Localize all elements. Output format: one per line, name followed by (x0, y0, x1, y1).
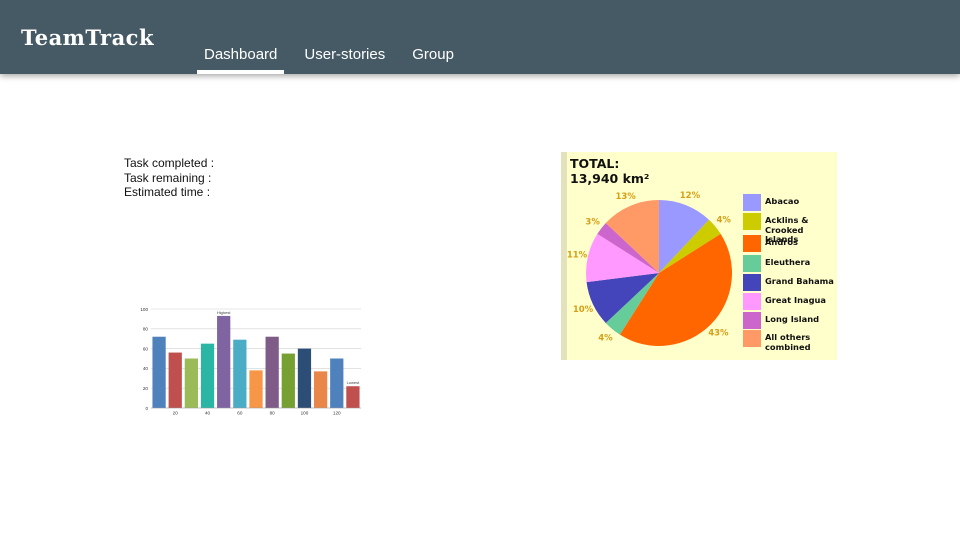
x-tick-label: 60 (237, 411, 243, 416)
bar (313, 371, 328, 408)
legend-swatch (743, 255, 761, 272)
legend-label: Great Inagua (765, 295, 827, 305)
legend-item: Andros (743, 235, 798, 252)
x-tick-label: 20 (173, 411, 179, 416)
pie-percent-label: 11% (567, 251, 588, 261)
x-tick-label: 40 (205, 411, 211, 416)
y-tick-label: 60 (143, 346, 149, 351)
task-stats-panel: Task completed : Task remaining : Estima… (124, 156, 214, 200)
pie-percent-label: 4% (717, 215, 732, 225)
bar-annotation: Lowest (347, 380, 361, 385)
legend-swatch (743, 312, 761, 329)
legend-item: Great Inagua (743, 293, 826, 310)
tab-user-stories[interactable]: User-stories (297, 38, 392, 66)
bar (297, 348, 312, 408)
legend-item: Abacao (743, 194, 799, 211)
tab-dashboard[interactable]: Dashboard (197, 38, 285, 74)
legend-swatch (743, 274, 761, 291)
legend-swatch (743, 235, 761, 252)
bar (249, 370, 263, 408)
top-navigation-bar: TeamTrack Dashboard User-stories Group (0, 0, 960, 74)
bar (233, 339, 247, 408)
bar (152, 336, 166, 408)
task-bar-chart: 0 20 40 60 80 100 Highest Lowest 20 40 60 80 100 120 (140, 307, 361, 416)
bar (184, 358, 199, 408)
bar (346, 386, 360, 408)
task-remaining-label: Task remaining : (124, 170, 212, 185)
bar (330, 358, 344, 408)
bar (265, 336, 279, 408)
bar-annotation: Highest (217, 310, 231, 315)
legend-label: Grand Bahama (765, 276, 834, 286)
app-logo-title[interactable]: TeamTrack (21, 25, 154, 50)
bar (217, 315, 231, 408)
pie-percent-label: 13% (615, 192, 636, 202)
legend-swatch (743, 194, 761, 211)
legend-item: Eleuthera (743, 255, 810, 272)
estimated-time-label: Estimated time : (124, 185, 211, 199)
pie-percent-label: 43% (708, 328, 729, 338)
y-tick-label: 100 (140, 307, 148, 312)
task-completed-label: Task completed : (124, 156, 215, 170)
legend-item: Grand Bahama (743, 274, 834, 291)
legend-label: Andros (765, 237, 798, 247)
bar (281, 353, 295, 408)
legend-label: Abacao (765, 196, 800, 206)
legend-swatch (743, 213, 761, 230)
main-nav-tabs: Dashboard User-stories Group (197, 38, 474, 74)
pie-percent-label: 4% (598, 334, 613, 344)
pie-percent-label: 3% (585, 218, 600, 228)
pie-percent-label: 10% (573, 305, 594, 315)
legend-label: Long Island (765, 314, 820, 324)
legend-item: Long Island (743, 312, 819, 329)
y-tick-label: 40 (143, 366, 149, 371)
x-tick-label: 120 (333, 411, 341, 416)
y-tick-label: 20 (143, 386, 149, 391)
x-tick-label: 80 (270, 411, 276, 416)
bar (168, 352, 182, 408)
y-tick-label: 0 (145, 406, 148, 411)
area-pie-chart-card: TOTAL: 13,940 km² 12% 4% 43% 4% 10% 11% 3% 13% … (561, 152, 837, 360)
pie-percent-label: 12% (680, 191, 701, 201)
legend-label: All others combined (765, 332, 811, 352)
legend-swatch (743, 293, 761, 310)
legend-label: Eleuthera (765, 257, 811, 267)
x-tick-label: 100 (301, 411, 309, 416)
tab-group[interactable]: Group (405, 38, 461, 66)
legend-swatch (743, 330, 761, 347)
bar (200, 343, 215, 408)
legend-item: All others combined (743, 330, 811, 352)
y-tick-label: 80 (143, 327, 149, 332)
